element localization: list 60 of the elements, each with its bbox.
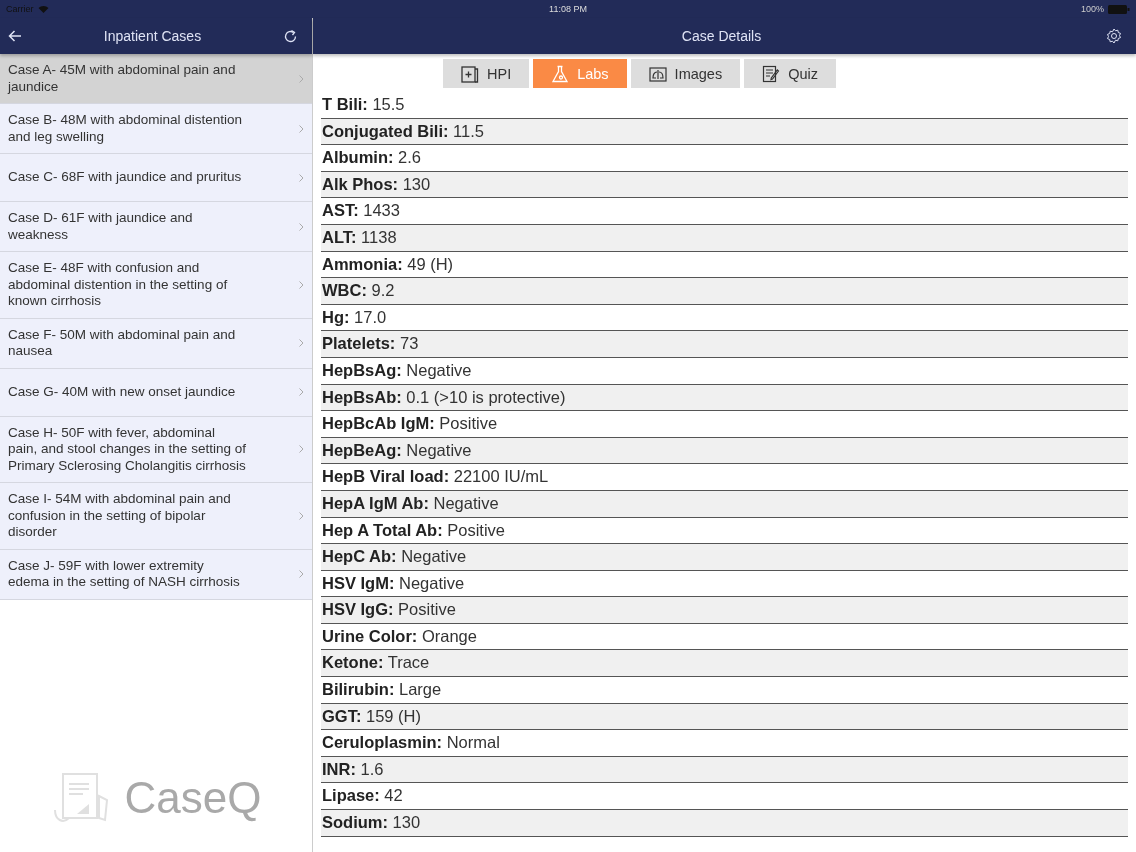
- lab-result-row: Ceruloplasmin: Normal: [321, 730, 1128, 757]
- sidebar-title: Inpatient Cases: [103, 28, 202, 44]
- chevron-icon: [299, 445, 304, 454]
- segment-tab[interactable]: Quiz: [744, 59, 836, 88]
- lab-result-row: HepBcAb IgM: Positive: [321, 411, 1128, 438]
- lab-result-row: Alk Phos: 130: [321, 171, 1128, 199]
- detail-title: Case Details: [681, 28, 762, 44]
- lab-result-row: ALT: 1138: [321, 224, 1128, 252]
- lab-result-row: GGT: 159 (H): [321, 703, 1128, 731]
- refresh-icon[interactable]: [283, 28, 298, 44]
- chart-plus-icon: [461, 64, 479, 83]
- lab-result-row: WBC: 9.2: [321, 278, 1128, 305]
- battery-label: 100%: [1080, 4, 1104, 14]
- chevron-icon: [299, 388, 304, 396]
- case-list-item[interactable]: Case A- 45M with abdominal pain and jaundice: [0, 54, 312, 104]
- case-list-item[interactable]: Case E- 48F with confusion and abdominal distention in the setting of known cirrhosis: [0, 252, 312, 319]
- checklist-pencil-icon: [762, 64, 781, 83]
- chevron-icon: [299, 511, 304, 520]
- lab-result-row: AST: 1433: [321, 198, 1128, 225]
- chevron-icon: [299, 74, 304, 83]
- lab-result-row: HepBsAb: 0.1 (>10 is protective): [321, 384, 1128, 412]
- case-list-item[interactable]: Case H- 50F with fever, abdominal pain, and stool changes in the setting of Primary Sclerosing Cholangitis cirrhosis: [0, 416, 312, 483]
- back-arrow-icon[interactable]: [8, 30, 22, 42]
- lab-result-row: Platelets: 73: [321, 331, 1128, 358]
- lab-result-row: HepC Ab: Negative: [321, 544, 1128, 571]
- lab-result-row: Albumin: 2.6: [321, 145, 1128, 172]
- lab-result-row: HepBsAg: Negative: [321, 357, 1128, 385]
- settings-icon[interactable]: [1106, 28, 1122, 44]
- chevron-icon: [299, 339, 304, 347]
- flask-icon: [551, 64, 570, 83]
- lab-result-row: HepBeAg: Negative: [321, 437, 1128, 465]
- lab-result-row: HepB Viral load: 22100 IU/mL: [321, 464, 1128, 491]
- case-list-item[interactable]: Case I- 54M with abdominal pain and confusion in the setting of bipolar disorder: [0, 483, 312, 550]
- case-list-item[interactable]: Case J- 59F with lower extremity edema in the setting of NASH cirrhosis: [0, 549, 312, 600]
- lab-result-row: HSV IgG: Positive: [321, 597, 1128, 624]
- logo-wordmark: CaseQ: [124, 773, 262, 823]
- segment-tab[interactable]: HPI: [443, 59, 530, 88]
- carrier-label: Carrier: [6, 4, 34, 14]
- case-list-item[interactable]: Case F- 50M with abdominal pain and nausea: [0, 318, 312, 369]
- lab-result-row: Sodium: 130: [321, 810, 1128, 837]
- xray-icon: [648, 64, 667, 83]
- chevron-icon: [299, 222, 304, 231]
- segment-tab[interactable]: Images: [630, 59, 741, 88]
- lab-result-row: Conjugated Bili: 11.5: [321, 118, 1128, 146]
- chevron-icon: [299, 280, 304, 289]
- lab-result-row: HepA IgM Ab: Negative: [321, 490, 1128, 518]
- case-list-item[interactable]: Case D- 61F with jaundice and weakness: [0, 202, 312, 252]
- case-list-item[interactable]: Case C- 68F with jaundice and pruritus: [0, 154, 312, 202]
- chevron-icon: [299, 124, 304, 133]
- lab-result-row: INR: 1.6: [321, 756, 1128, 784]
- lab-result-row: Bilirubin: Large: [321, 677, 1128, 704]
- chevron-icon: [299, 570, 304, 578]
- lab-result-row: T Bili: 15.5: [321, 92, 1128, 119]
- battery-icon: [1108, 4, 1130, 14]
- lab-result-row: Ketone: Trace: [321, 650, 1128, 678]
- case-list-item[interactable]: Case G- 40M with new onset jaundice: [0, 368, 312, 417]
- chevron-icon: [299, 173, 304, 182]
- clock: 11:08 PM: [549, 4, 587, 14]
- wifi-icon: [37, 5, 49, 13]
- case-list-item[interactable]: Case B- 48M with abdominal distention and leg swelling: [0, 104, 312, 154]
